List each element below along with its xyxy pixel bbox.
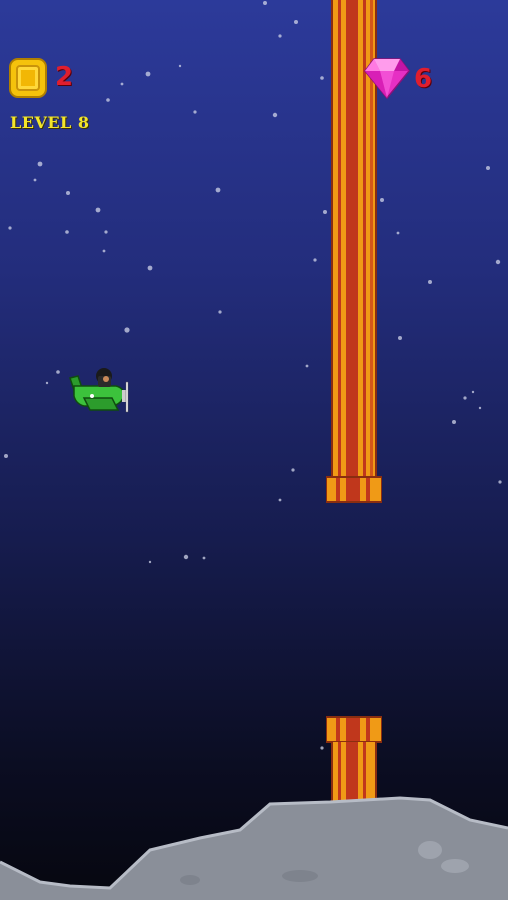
star-field bbox=[4, 1, 502, 750]
game-screen[interactable]: 2 LEVEL 8 6 bbox=[0, 0, 508, 900]
level-label: LEVEL 8 bbox=[10, 113, 90, 132]
gem-icon bbox=[364, 58, 410, 99]
plane-icon bbox=[69, 368, 129, 413]
coin-icon bbox=[9, 58, 47, 98]
gem-count: 6 bbox=[414, 64, 433, 94]
coin-count: 2 bbox=[55, 62, 74, 92]
moon-ground bbox=[0, 796, 508, 900]
